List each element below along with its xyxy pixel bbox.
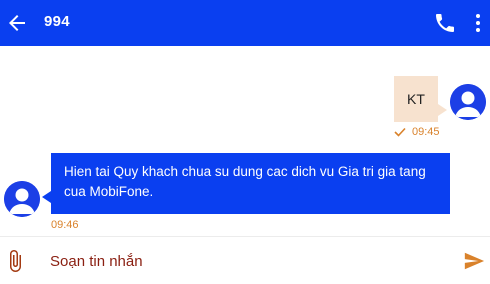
send-icon[interactable] — [463, 250, 485, 272]
user-avatar-icon — [4, 181, 40, 217]
conversation-title: 994 — [44, 13, 70, 30]
outgoing-message-text: KT — [407, 91, 425, 107]
avatar[interactable] — [450, 84, 486, 120]
avatar[interactable] — [4, 181, 40, 217]
bubble-tail — [42, 191, 51, 203]
outgoing-message-status: 09:45 — [394, 125, 440, 139]
outgoing-message-time: 09:45 — [412, 126, 440, 138]
incoming-message-bubble[interactable]: Hien tai Quy khach chua su dung cac dich… — [42, 153, 450, 214]
bubble-tail — [438, 104, 447, 116]
arrow-left-icon[interactable] — [5, 11, 29, 35]
paperclip-icon[interactable] — [3, 249, 27, 273]
message-composer — [0, 236, 490, 284]
outgoing-message-bubble[interactable]: KT — [394, 76, 447, 122]
message-thread[interactable]: KT 09:45 Hien tai Quy khach chua su dung… — [0, 46, 490, 234]
app-bar: 994 — [0, 0, 490, 46]
more-vertical-icon[interactable] — [470, 11, 486, 35]
incoming-message-text: Hien tai Quy khach chua su dung cac dich… — [64, 164, 426, 199]
incoming-message-time: 09:46 — [51, 219, 79, 231]
phone-icon[interactable] — [433, 11, 457, 35]
user-avatar-icon — [450, 84, 486, 120]
message-input[interactable] — [50, 237, 440, 284]
check-icon — [394, 127, 406, 137]
